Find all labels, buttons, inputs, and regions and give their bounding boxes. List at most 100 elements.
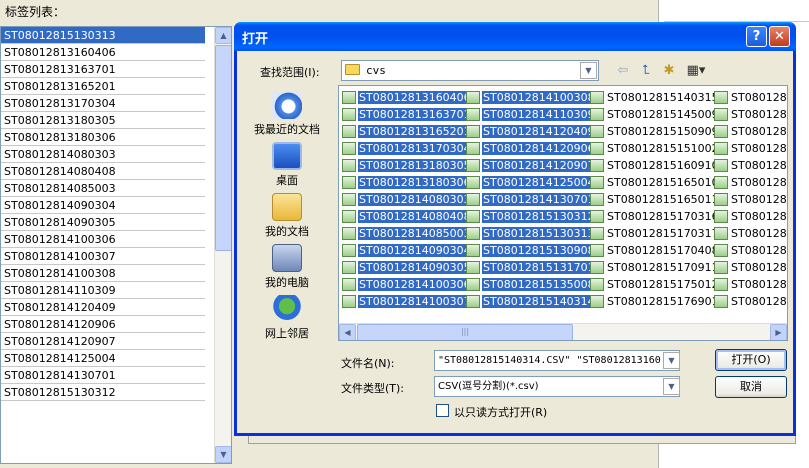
cancel-button[interactable]: 取消: [715, 376, 787, 398]
file-list[interactable]: ST08012813160406 ST08012813163701 ST080128…: [338, 85, 788, 341]
file-item[interactable]: ST0801281: [714, 277, 787, 294]
list-item[interactable]: ST08012814120409: [1, 299, 205, 316]
file-item[interactable]: ST0801281: [714, 243, 787, 260]
list-item[interactable]: ST08012814100307: [1, 248, 205, 265]
file-item[interactable]: ST08012814100306: [342, 277, 472, 294]
file-name-input[interactable]: "ST08012815140314.CSV" "ST08012813160: [434, 350, 680, 371]
close-button[interactable]: ✕: [769, 26, 790, 47]
file-item[interactable]: ST08012813180306: [342, 175, 472, 192]
list-item[interactable]: ST08012814080303: [1, 146, 205, 163]
file-item[interactable]: ST0801281: [714, 141, 787, 158]
chevron-down-icon[interactable]: ▼: [663, 352, 680, 369]
file-item[interactable]: ST08012815130908: [466, 243, 596, 260]
file-item[interactable]: ST08012815170408: [590, 243, 719, 260]
list-item[interactable]: ST08012814120906: [1, 316, 205, 333]
list-item[interactable]: ST08012814100308: [1, 265, 205, 282]
file-item[interactable]: ST08012815140315: [590, 90, 719, 107]
file-item[interactable]: ST08012815165011: [590, 192, 719, 209]
view-menu-icon[interactable]: ▦▾: [682, 63, 710, 79]
list-item[interactable]: ST08012814090305: [1, 214, 205, 231]
file-item[interactable]: ST08012815135008: [466, 277, 596, 294]
place-recent[interactable]: 我最近的文档: [244, 91, 330, 137]
list-item[interactable]: ST08012813180305: [1, 112, 205, 129]
file-item[interactable]: ST0801281: [714, 90, 787, 107]
tag-list[interactable]: ST08012815130313 ST08012813160406 ST080128…: [0, 26, 232, 464]
file-item[interactable]: ST0801281: [714, 209, 787, 226]
scroll-right-button[interactable]: ▶: [770, 324, 787, 340]
file-item[interactable]: ST08012814100308: [466, 90, 596, 107]
file-item[interactable]: ST08012815131701: [466, 260, 596, 277]
file-item[interactable]: ST0801281: [714, 294, 787, 311]
file-item[interactable]: ST0801281: [714, 226, 787, 243]
place-network[interactable]: 网上邻居: [244, 295, 330, 341]
file-item[interactable]: ST08012814130701: [466, 192, 596, 209]
file-item[interactable]: ST08012815160910: [590, 158, 719, 175]
file-item[interactable]: ST0801281: [714, 124, 787, 141]
place-my-documents[interactable]: 我的文档: [244, 193, 330, 239]
file-item[interactable]: ST08012814090305: [342, 260, 472, 277]
file-item[interactable]: ST08012814120907: [466, 158, 596, 175]
read-only-checkbox[interactable]: [436, 404, 449, 417]
file-item[interactable]: ST08012815176901: [590, 294, 719, 311]
file-item[interactable]: ST0801281: [714, 107, 787, 124]
list-item[interactable]: ST08012814085003: [1, 180, 205, 197]
file-item[interactable]: ST08012815170316: [590, 209, 719, 226]
file-item[interactable]: ST08012814120409: [466, 124, 596, 141]
list-item[interactable]: ST08012815130312: [1, 384, 205, 401]
help-button[interactable]: ?: [746, 26, 767, 47]
list-item[interactable]: ST08012814110309: [1, 282, 205, 299]
list-item[interactable]: ST08012814100306: [1, 231, 205, 248]
file-item[interactable]: ST08012814080408: [342, 209, 472, 226]
list-item[interactable]: ST08012813160406: [1, 44, 205, 61]
file-item[interactable]: ST08012813165201: [342, 124, 472, 141]
file-item[interactable]: ST08012814110309: [466, 107, 596, 124]
chevron-down-icon[interactable]: ▼: [580, 62, 597, 79]
list-item[interactable]: ST08012813180306: [1, 129, 205, 146]
list-item[interactable]: ST08012814080408: [1, 163, 205, 180]
file-item[interactable]: ST08012813160406: [342, 90, 472, 107]
list-item[interactable]: ST08012813165201: [1, 78, 205, 95]
list-item[interactable]: ST08012813163701: [1, 61, 205, 78]
tag-list-scrollbar[interactable]: ▲ ▼: [214, 27, 231, 463]
scroll-down-button[interactable]: ▼: [215, 446, 231, 463]
scroll-thumb[interactable]: [215, 45, 231, 251]
new-folder-icon[interactable]: ✱: [659, 63, 679, 79]
file-item[interactable]: ST08012815150909: [590, 124, 719, 141]
file-type-dropdown[interactable]: CSV(逗号分割)(*.csv): [434, 376, 680, 397]
dialog-title-bar[interactable]: 打开 ? ✕: [234, 22, 796, 51]
list-item[interactable]: ST08012815130313: [1, 27, 205, 44]
file-item[interactable]: ST08012813163701: [342, 107, 472, 124]
back-icon[interactable]: ⇦: [613, 63, 633, 79]
up-folder-icon[interactable]: ⮤: [636, 63, 656, 79]
list-item[interactable]: ST08012814090304: [1, 197, 205, 214]
file-item[interactable]: ST0801281: [714, 158, 787, 175]
list-item[interactable]: ST08012814130701: [1, 367, 205, 384]
file-item[interactable]: ST08012815170911: [590, 260, 719, 277]
scroll-left-button[interactable]: ◀: [339, 324, 356, 340]
file-item[interactable]: ST08012814125004: [466, 175, 596, 192]
place-my-computer[interactable]: 我的电脑: [244, 244, 330, 290]
list-item[interactable]: ST08012814120907: [1, 333, 205, 350]
file-item[interactable]: ST08012815130313: [466, 226, 596, 243]
file-item[interactable]: ST08012815130312: [466, 209, 596, 226]
file-item[interactable]: ST08012815151002: [590, 141, 719, 158]
open-button[interactable]: 打开(O): [715, 349, 787, 371]
file-item[interactable]: ST0801281: [714, 260, 787, 277]
file-item[interactable]: ST08012814100307: [342, 294, 472, 311]
file-item[interactable]: ST08012814090304: [342, 243, 472, 260]
chevron-down-icon[interactable]: ▼: [663, 378, 680, 395]
file-item[interactable]: ST08012814080303: [342, 192, 472, 209]
file-item[interactable]: ST08012813180305: [342, 158, 472, 175]
scroll-up-button[interactable]: ▲: [215, 27, 231, 44]
file-item[interactable]: ST0801281: [714, 192, 787, 209]
file-item[interactable]: ST08012814120906: [466, 141, 596, 158]
file-list-horizontal-scrollbar[interactable]: ◀ ||| ▶: [339, 323, 787, 340]
file-item[interactable]: ST08012813170304: [342, 141, 472, 158]
file-item[interactable]: ST08012815145009: [590, 107, 719, 124]
list-item[interactable]: ST08012813170304: [1, 95, 205, 112]
file-item[interactable]: ST08012815175012: [590, 277, 719, 294]
file-item[interactable]: ST08012815140314: [466, 294, 596, 311]
place-desktop[interactable]: 桌面: [244, 142, 330, 188]
look-in-dropdown[interactable]: cvs ▼: [341, 60, 599, 81]
list-item[interactable]: ST08012814125004: [1, 350, 205, 367]
